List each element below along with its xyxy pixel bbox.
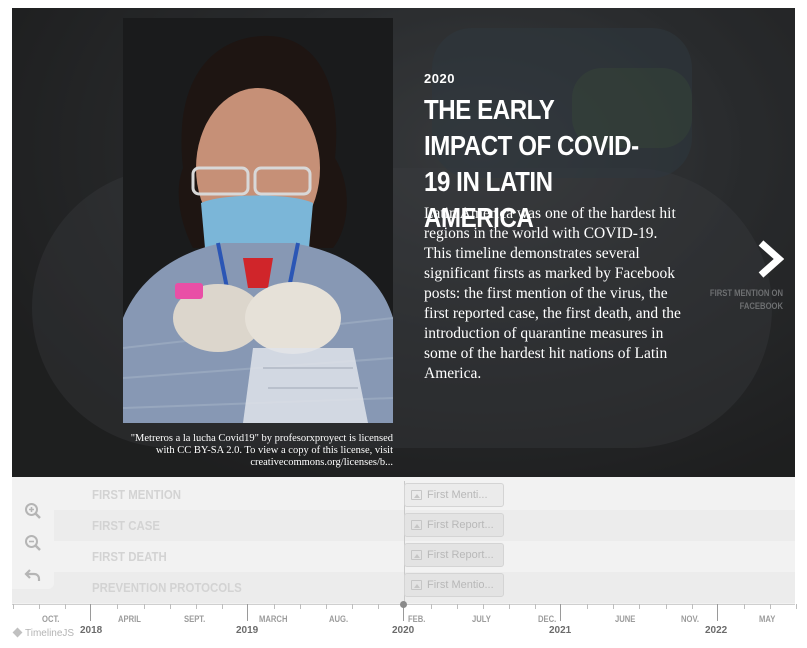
timeline-app: "Metreros a la lucha Covid19" by profeso… (0, 0, 807, 648)
axis-minor-tick (196, 604, 197, 609)
axis-tick-label: APRIL (118, 614, 141, 624)
branding-text: TimelineJS (25, 628, 75, 639)
title-slide: "Metreros a la lucha Covid19" by profeso… (12, 8, 795, 477)
group-label: FIRST MENTION (92, 487, 181, 502)
next-slide-label: FIRST MENTION ON FACEBOOK (709, 288, 783, 311)
axis-minor-tick (744, 604, 745, 609)
axis-year-label: 2020 (392, 625, 415, 636)
axis-year-label: 2018 (80, 625, 103, 636)
zoom-out-icon[interactable] (24, 534, 42, 552)
axis-minor-tick (666, 604, 667, 609)
axis-minor-tick (117, 604, 118, 609)
back-arrow-icon[interactable] (24, 566, 42, 584)
group-label: PREVENTION PROTOCOLS (92, 580, 242, 595)
axis-minor-tick (483, 604, 484, 609)
axis-year-label: 2022 (705, 625, 728, 636)
axis-minor-tick (457, 604, 458, 609)
axis-tick-label: SEPT. (184, 614, 206, 624)
axis-minor-tick (535, 604, 536, 609)
axis-minor-tick (13, 604, 14, 609)
axis-tick-label: DEC. (538, 614, 557, 624)
axis-tick-label: MAY (759, 614, 776, 624)
axis-minor-tick (65, 604, 66, 609)
zoom-controls (12, 499, 54, 589)
timeline-marker[interactable]: First Mentio... (404, 573, 504, 597)
axis-tick-label: AUG. (329, 614, 349, 624)
axis-minor-tick (639, 604, 640, 609)
axis-minor-tick (222, 604, 223, 609)
axis-tick-label: OCT. (42, 614, 60, 624)
axis-major-tick (717, 604, 718, 621)
axis-minor-tick (144, 604, 145, 609)
next-slide-button[interactable]: FIRST MENTION ON FACEBOOK (702, 240, 792, 320)
axis-tick-label: JUNE (615, 614, 636, 624)
axis-tick-label: MARCH (259, 614, 288, 624)
axis-minor-tick (274, 604, 275, 609)
timeline-nav[interactable]: FIRST MENTION FIRST CASE FIRST DEATH PRE… (12, 477, 795, 607)
axis-minor-tick (770, 604, 771, 609)
axis-minor-tick (326, 604, 327, 609)
marker-label: First Menti... (427, 489, 488, 501)
marker-label: First Mentio... (427, 579, 494, 591)
axis-minor-tick (587, 604, 588, 609)
image-credit: "Metreros a la lucha Covid19" by profeso… (130, 433, 393, 468)
axis-minor-tick (431, 604, 432, 609)
axis-tick-label: FEB. (408, 614, 426, 624)
axis-major-tick (247, 604, 248, 621)
axis-minor-tick (796, 604, 797, 609)
marker-label: First Report... (427, 519, 494, 531)
axis-year-label: 2021 (549, 625, 572, 636)
chevron-right-icon (758, 240, 785, 283)
axis-minor-tick (352, 604, 353, 609)
group-label: FIRST CASE (92, 518, 161, 533)
axis-minor-tick (300, 604, 301, 609)
timeline-marker[interactable]: First Report... (404, 543, 504, 567)
axis-minor-tick (613, 604, 614, 609)
image-icon (411, 490, 422, 500)
axis-tick-label: JULY (472, 614, 491, 624)
axis-minor-tick (39, 604, 40, 609)
slide-description: Latin America was one of the hardest hit… (424, 205, 681, 382)
image-icon (411, 520, 422, 530)
slide-photo (123, 18, 393, 423)
axis-major-tick (90, 604, 91, 621)
image-icon (411, 580, 422, 590)
time-axis[interactable]: OCT. APRIL SEPT. MARCH AUG. FEB. JULY DE… (12, 601, 797, 644)
image-icon (411, 550, 422, 560)
axis-minor-tick (378, 604, 379, 609)
timeline-marker[interactable]: First Menti... (404, 483, 504, 507)
marker-label: First Report... (427, 549, 494, 561)
timelinejs-logo-icon (12, 627, 23, 638)
current-position-indicator (400, 601, 407, 608)
axis-tick-label: NOV. (681, 614, 700, 624)
slide-year: 2020 (424, 71, 455, 86)
timelinejs-branding[interactable]: TimelineJS (12, 627, 75, 639)
timeline-marker[interactable]: First Report... (404, 513, 504, 537)
axis-minor-tick (509, 604, 510, 609)
zoom-in-icon[interactable] (24, 502, 42, 520)
axis-minor-tick (692, 604, 693, 609)
axis-year-label: 2019 (236, 625, 259, 636)
axis-minor-tick (170, 604, 171, 609)
group-label: FIRST DEATH (92, 549, 167, 564)
axis-major-tick (560, 604, 561, 621)
